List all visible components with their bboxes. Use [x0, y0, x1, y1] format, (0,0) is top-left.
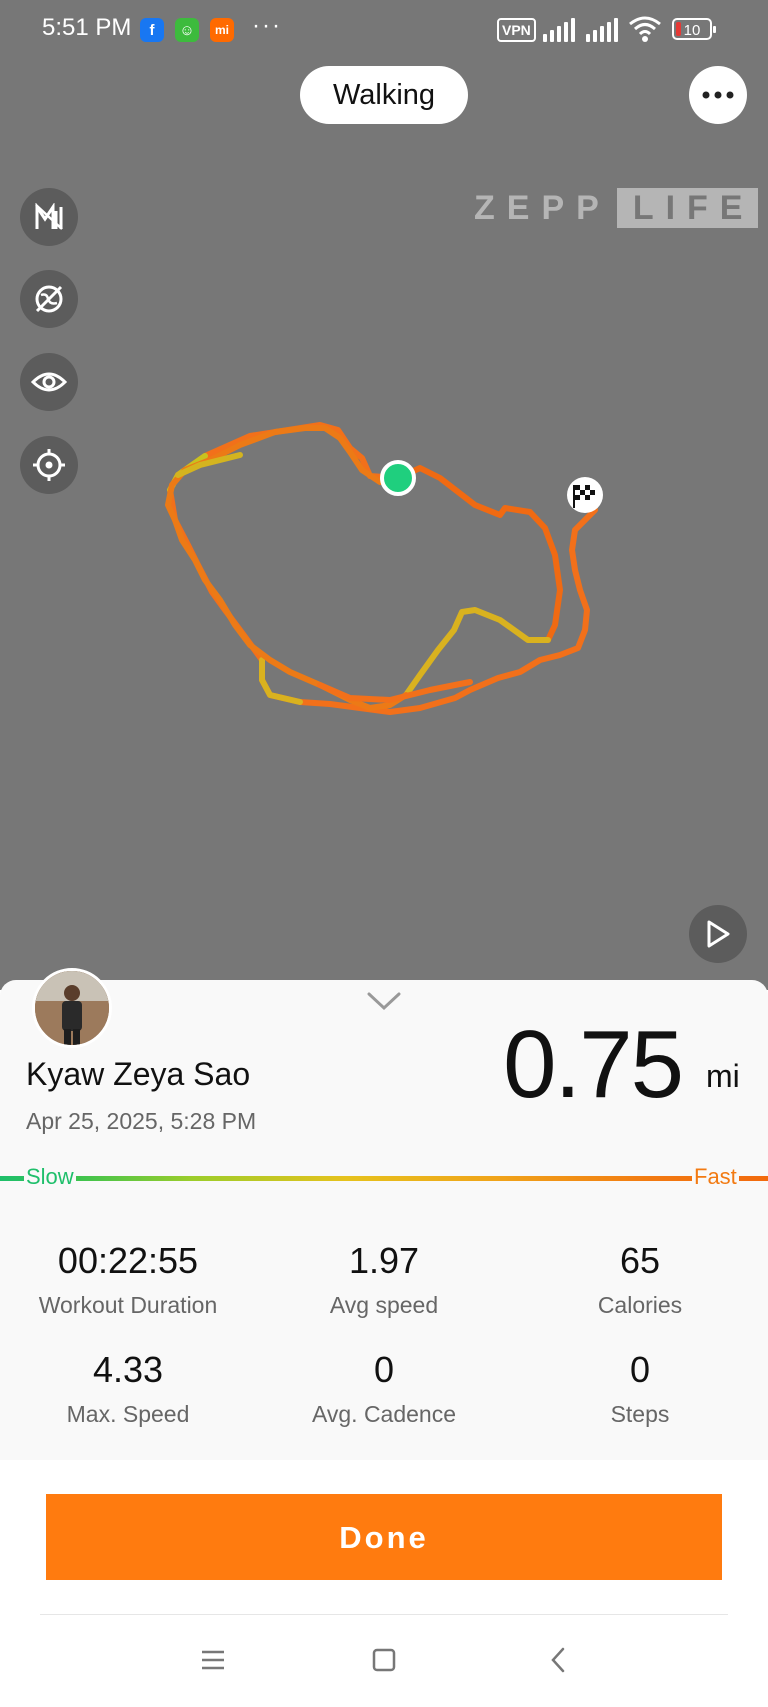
user-name: Kyaw Zeya Sao — [26, 1056, 251, 1092]
stat-steps: 0 Steps — [515, 1349, 765, 1428]
stat-value: 4.33 — [92, 1349, 164, 1390]
done-button[interactable]: Done — [46, 1494, 722, 1580]
stat-value: 0 — [373, 1349, 395, 1390]
stat-max-speed: 4.33 Max. Speed — [3, 1349, 253, 1428]
stat-label: Avg. Cadence — [311, 1401, 457, 1427]
nav-back-button[interactable] — [538, 1640, 578, 1680]
speed-fast-label: Fast — [692, 1164, 739, 1190]
stat-label: Max. Speed — [66, 1401, 190, 1427]
nav-menu-button[interactable] — [193, 1640, 233, 1680]
stat-value: 65 — [619, 1240, 661, 1281]
user-photo — [35, 971, 109, 1045]
stat-label: Avg speed — [329, 1292, 439, 1318]
stat-value: 00:22:55 — [57, 1240, 199, 1281]
speed-slow-label: Slow — [24, 1164, 76, 1190]
replay-button[interactable] — [689, 905, 747, 963]
workout-route — [165, 422, 603, 715]
stat-workout-duration: 00:22:55 Workout Duration — [3, 1240, 253, 1319]
stat-avg-cadence: 0 Avg. Cadence — [259, 1349, 509, 1428]
play-icon — [707, 920, 730, 948]
divider — [40, 1614, 728, 1615]
avatar[interactable] — [32, 968, 112, 1048]
speed-gradient-bar — [0, 1176, 768, 1181]
system-nav-bar — [0, 1630, 768, 1690]
stat-value: 1.97 — [348, 1240, 420, 1281]
distance-unit: mi — [706, 1058, 740, 1094]
finish-flag-icon — [567, 477, 603, 513]
start-marker — [380, 460, 416, 496]
collapse-chevron-icon[interactable] — [366, 990, 402, 1012]
stat-avg-speed: 1.97 Avg speed — [259, 1240, 509, 1319]
home-square-icon — [372, 1648, 396, 1672]
stat-calories: 65 Calories — [515, 1240, 765, 1319]
distance-value: 0.75 — [503, 1011, 684, 1118]
stat-label: Calories — [597, 1292, 683, 1318]
workout-date: Apr 25, 2025, 5:28 PM — [26, 1108, 257, 1134]
stat-label: Workout Duration — [38, 1292, 218, 1318]
nav-home-button[interactable] — [364, 1640, 404, 1680]
stat-label: Steps — [610, 1401, 670, 1427]
menu-icon — [202, 1650, 224, 1670]
stat-value: 0 — [629, 1349, 651, 1390]
back-chevron-icon — [551, 1647, 565, 1673]
